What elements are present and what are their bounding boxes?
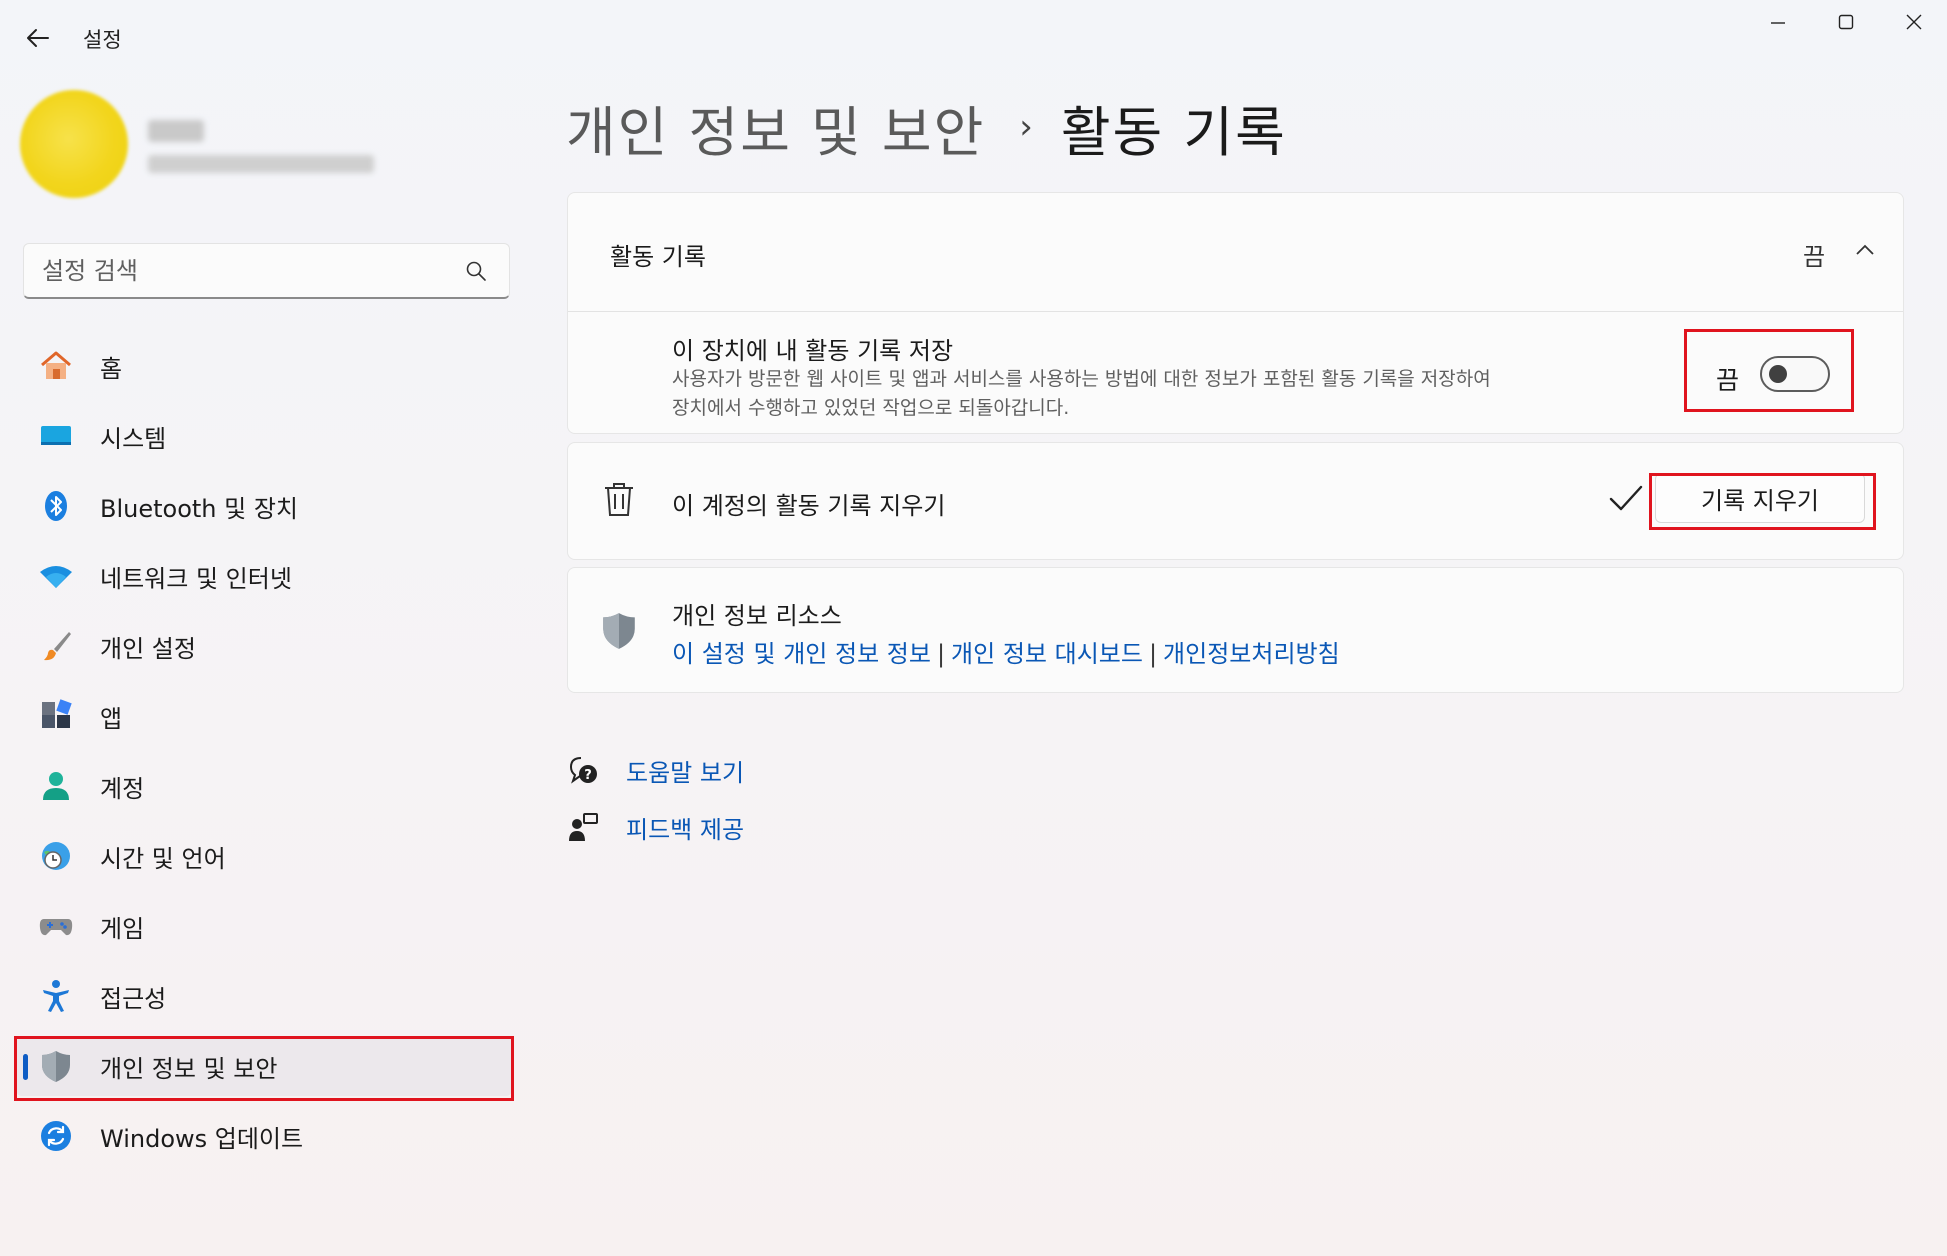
sidebar-item-label: 앱 [100, 704, 123, 733]
activity-history-card: 활동 기록 끔 이 장치에 내 활동 기록 저장 사용자가 방문한 웹 사이트 … [567, 192, 1904, 434]
sidebar-item-label: Windows 업데이트 [100, 1124, 304, 1153]
toggle-knob [1769, 365, 1787, 383]
accessibility-icon [38, 978, 74, 1014]
close-icon [1906, 14, 1922, 30]
sidebar-item-label: 시스템 [100, 424, 167, 453]
app-title: 설정 [83, 28, 122, 52]
sidebar-item-label: 게임 [100, 914, 145, 943]
page-title: 활동 기록 [1060, 100, 1287, 164]
help-icon: ? [566, 753, 600, 787]
link-separator: | [1148, 640, 1158, 668]
sidebar-item-label: 계정 [100, 774, 145, 803]
avatar[interactable] [20, 90, 128, 198]
toggle-state-label: 끔 [1716, 366, 1740, 395]
link-settings-privacy-info[interactable]: 이 설정 및 개인 정보 정보 [672, 640, 931, 668]
sidebar-item-home[interactable]: 홈 [16, 336, 512, 396]
sidebar-item-time-language[interactable]: 시간 및 언어 [16, 826, 512, 886]
settings-search[interactable] [23, 243, 510, 299]
chevron-up-icon[interactable] [1850, 237, 1880, 263]
clock-globe-icon [38, 838, 74, 874]
activity-history-title: 활동 기록 [610, 243, 706, 271]
search-input[interactable] [42, 254, 442, 288]
store-activity-description: 사용자가 방문한 웹 사이트 및 앱과 서비스를 사용하는 방법에 대한 정보가… [672, 365, 1672, 423]
clear-history-card: 이 계정의 활동 기록 지우기 기록 지우기 [567, 442, 1904, 560]
store-activity-toggle[interactable] [1760, 356, 1830, 392]
sidebar-item-label: 접근성 [100, 984, 167, 1013]
account-icon [38, 768, 74, 804]
title-bar: 설정 [0, 0, 1947, 76]
update-icon [38, 1118, 74, 1154]
breadcrumb-separator: › [1019, 107, 1033, 147]
home-icon [38, 348, 74, 384]
search-icon[interactable] [465, 260, 487, 282]
minimize-icon [1771, 22, 1785, 24]
link-privacy-statement[interactable]: 개인정보처리방침 [1163, 640, 1340, 668]
breadcrumb: 개인 정보 및 보안 › 활동 기록 [566, 92, 1287, 164]
description-line: 사용자가 방문한 웹 사이트 및 앱과 서비스를 사용하는 방법에 대한 정보가… [672, 368, 1491, 390]
get-help-link[interactable]: 도움말 보기 [626, 753, 744, 788]
trash-icon [600, 481, 638, 519]
sidebar-item-accessibility[interactable]: 접근성 [16, 966, 512, 1026]
breadcrumb-parent[interactable]: 개인 정보 및 보안 [566, 88, 985, 167]
link-separator: | [936, 640, 946, 668]
sidebar-item-bluetooth[interactable]: Bluetooth 및 장치 [16, 476, 512, 536]
feedback-link[interactable]: 피드백 제공 [626, 810, 744, 845]
gamepad-icon [38, 908, 74, 944]
sidebar-item-personalization[interactable]: 개인 설정 [16, 616, 512, 676]
activity-history-header[interactable]: 활동 기록 끔 [568, 193, 1903, 311]
sidebar-item-accounts[interactable]: 계정 [16, 756, 512, 816]
back-arrow-icon [27, 29, 49, 47]
maximize-button[interactable] [1813, 0, 1879, 44]
system-icon [38, 418, 74, 454]
clear-history-button[interactable]: 기록 지우기 [1655, 473, 1865, 523]
sidebar-nav: 홈 시스템 Bluetooth 및 장치 네트워크 및 인터넷 개인 설정 앱 … [16, 336, 512, 1176]
close-button[interactable] [1881, 0, 1947, 44]
feedback-icon [566, 810, 600, 844]
sidebar-item-label: 네트워크 및 인터넷 [100, 564, 292, 593]
sidebar-item-system[interactable]: 시스템 [16, 406, 512, 466]
wifi-icon [38, 558, 74, 594]
store-activity-title: 이 장치에 내 활동 기록 저장 [672, 337, 954, 365]
link-privacy-dashboard[interactable]: 개인 정보 대시보드 [951, 640, 1143, 668]
sidebar-item-network[interactable]: 네트워크 및 인터넷 [16, 546, 512, 606]
activity-history-status: 끔 [1803, 243, 1826, 271]
sidebar-item-apps[interactable]: 앱 [16, 686, 512, 746]
sidebar-item-label: 홈 [100, 354, 123, 383]
sidebar-item-label: 시간 및 언어 [100, 844, 226, 873]
maximize-icon [1838, 14, 1854, 30]
minimize-button[interactable] [1745, 0, 1811, 44]
privacy-resources-links: 이 설정 및 개인 정보 정보 | 개인 정보 대시보드 | 개인정보처리방침 [672, 634, 1340, 669]
get-help-row: ? 도움말 보기 [566, 750, 744, 790]
sidebar-item-windows-update[interactable]: Windows 업데이트 [16, 1106, 512, 1166]
feedback-row: 피드백 제공 [566, 807, 744, 847]
sidebar-item-label: Bluetooth 및 장치 [100, 494, 299, 523]
shield-icon [38, 1048, 74, 1084]
sidebar-item-privacy-security[interactable]: 개인 정보 및 보안 [16, 1036, 512, 1096]
brush-icon [38, 628, 74, 664]
user-email-blurred [148, 155, 374, 173]
shield-icon [600, 612, 638, 650]
privacy-resources-title: 개인 정보 리소스 [672, 602, 842, 630]
privacy-resources-card: 개인 정보 리소스 이 설정 및 개인 정보 정보 | 개인 정보 대시보드 | 개인정… [567, 567, 1904, 693]
user-name-blurred [148, 120, 204, 142]
bluetooth-icon [38, 488, 74, 524]
sidebar-item-label: 개인 설정 [100, 634, 196, 663]
clear-history-text: 이 계정의 활동 기록 지우기 [672, 492, 946, 520]
svg-text:?: ? [584, 768, 592, 783]
description-line: 장치에서 수행하고 있었던 작업으로 되돌아갑니다. [672, 397, 1070, 419]
apps-icon [38, 698, 74, 734]
divider [568, 311, 1903, 312]
sidebar-item-label: 개인 정보 및 보안 [100, 1054, 278, 1083]
back-button[interactable] [18, 20, 58, 56]
checkmark-icon [1609, 485, 1643, 511]
sidebar-item-gaming[interactable]: 게임 [16, 896, 512, 956]
